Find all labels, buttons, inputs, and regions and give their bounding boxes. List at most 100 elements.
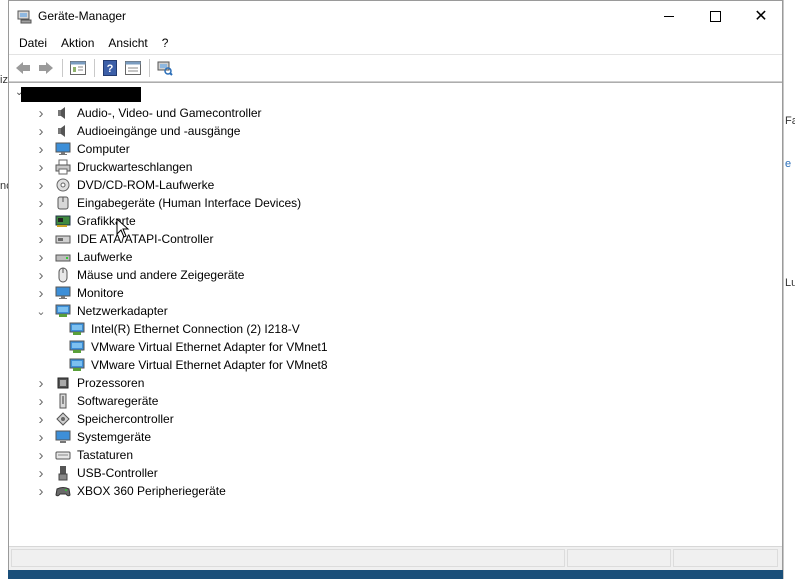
toolbar-separator bbox=[94, 59, 95, 77]
expand-chevron-icon[interactable]: › bbox=[33, 482, 49, 500]
network-adapter-icon bbox=[69, 340, 85, 353]
background-fragment: Lu bbox=[785, 277, 795, 289]
expand-chevron-icon[interactable]: › bbox=[33, 176, 49, 194]
tree-category-item[interactable]: › Prozessoren bbox=[33, 374, 145, 392]
tree-category-item[interactable]: › Mäuse und andere Zeigegeräte bbox=[33, 266, 245, 284]
speaker-icon bbox=[58, 107, 65, 119]
tree-category-item[interactable]: › Systemgeräte bbox=[33, 428, 152, 446]
forward-button[interactable] bbox=[35, 58, 57, 78]
tree-category-item[interactable]: › Audioeingänge und -ausgänge bbox=[33, 122, 241, 140]
disk-drive-icon bbox=[55, 254, 71, 262]
tree-device-item[interactable]: Intel(R) Ethernet Connection (2) I218-V bbox=[69, 320, 300, 338]
tree-category-item[interactable]: › Tastaturen bbox=[33, 446, 134, 464]
background-fragment: Fa bbox=[785, 115, 795, 127]
toolbar-separator bbox=[62, 59, 63, 77]
storage-controller-icon bbox=[56, 412, 70, 426]
properties-view-button[interactable] bbox=[67, 58, 89, 78]
close-icon: ✕ bbox=[754, 7, 768, 25]
tree-device-item[interactable]: VMware Virtual Ethernet Adapter for VMne… bbox=[69, 356, 328, 374]
tree-category-item[interactable]: › Druckwarteschlangen bbox=[33, 158, 193, 176]
tree-item-label: Druckwarteschlangen bbox=[77, 160, 193, 174]
forward-icon bbox=[39, 62, 53, 74]
status-segment bbox=[11, 549, 565, 567]
collapse-chevron-icon[interactable]: ⌄ bbox=[33, 302, 49, 320]
tree-category-item[interactable]: › Softwaregeräte bbox=[33, 392, 159, 410]
menu-datei[interactable]: Datei bbox=[12, 32, 54, 54]
redacted-computer-name bbox=[21, 87, 141, 102]
tree-item-label: Monitore bbox=[77, 286, 124, 300]
back-button[interactable] bbox=[12, 58, 34, 78]
tree-item-label: Prozessoren bbox=[77, 376, 145, 390]
tree-category-item[interactable]: › Audio-, Video- und Gamecontroller bbox=[33, 104, 262, 122]
tree-category-item[interactable]: › Monitore bbox=[33, 284, 124, 302]
tree-category-item[interactable]: › Laufwerke bbox=[33, 248, 133, 266]
expand-chevron-icon[interactable]: › bbox=[33, 230, 49, 248]
tree-category-item[interactable]: ⌄ Netzwerkadapter bbox=[33, 302, 168, 320]
graphics-card-icon bbox=[55, 215, 71, 227]
tree-item-label: USB-Controller bbox=[77, 466, 158, 480]
expand-chevron-icon[interactable]: › bbox=[33, 104, 49, 122]
software-device-icon bbox=[59, 393, 67, 409]
menu-bar: Datei Aktion Ansicht ? bbox=[9, 32, 782, 54]
show-hidden-button[interactable] bbox=[122, 58, 144, 78]
expand-chevron-icon[interactable]: › bbox=[33, 374, 49, 392]
tree-item-label: DVD/CD-ROM-Laufwerke bbox=[77, 178, 215, 192]
scan-hardware-button[interactable] bbox=[154, 58, 176, 78]
tree-device-item[interactable]: VMware Virtual Ethernet Adapter for VMne… bbox=[69, 338, 328, 356]
tree-item-label: Systemgeräte bbox=[77, 430, 152, 444]
device-manager-window: Geräte-Manager ✕ Datei Aktion Ansicht ? … bbox=[8, 0, 783, 570]
tree-item-label: Audioeingänge und -ausgänge bbox=[77, 124, 241, 138]
expand-chevron-icon[interactable]: › bbox=[33, 446, 49, 464]
ide-controller-icon bbox=[55, 235, 71, 244]
tree-category-item[interactable]: › Eingabegeräte (Human Interface Devices) bbox=[33, 194, 302, 212]
expand-chevron-icon[interactable]: › bbox=[33, 266, 49, 284]
monitor-icon bbox=[55, 142, 71, 155]
help-button[interactable]: ? bbox=[99, 58, 121, 78]
menu-ansicht[interactable]: Ansicht bbox=[101, 32, 154, 54]
gamepad-icon bbox=[55, 487, 71, 497]
tree-category-item[interactable]: › Computer bbox=[33, 140, 130, 158]
device-manager-icon bbox=[17, 10, 32, 24]
tree-category-item[interactable]: › USB-Controller bbox=[33, 464, 158, 482]
network-adapter-icon bbox=[55, 304, 71, 317]
expand-chevron-icon[interactable]: › bbox=[33, 410, 49, 428]
minimize-icon bbox=[664, 16, 674, 17]
expand-chevron-icon[interactable]: › bbox=[33, 392, 49, 410]
expand-chevron-icon[interactable]: › bbox=[33, 284, 49, 302]
close-button[interactable]: ✕ bbox=[738, 1, 784, 32]
minimize-button[interactable] bbox=[646, 1, 692, 32]
tree-category-item[interactable]: › XBOX 360 Peripheriegeräte bbox=[33, 482, 226, 500]
tree-item-label: XBOX 360 Peripheriegeräte bbox=[77, 484, 226, 498]
expand-chevron-icon[interactable]: › bbox=[33, 122, 49, 140]
menu-help[interactable]: ? bbox=[155, 32, 176, 54]
cpu-icon bbox=[57, 377, 69, 389]
window-title: Geräte-Manager bbox=[38, 9, 127, 23]
hid-icon bbox=[57, 196, 69, 210]
network-adapter-icon bbox=[69, 358, 85, 371]
tree-item-label: Intel(R) Ethernet Connection (2) I218-V bbox=[91, 322, 300, 336]
tree-item-label: Laufwerke bbox=[77, 250, 133, 264]
tree-root[interactable]: ⌄ bbox=[9, 85, 209, 103]
expand-chevron-icon[interactable]: › bbox=[33, 428, 49, 446]
speaker-icon bbox=[58, 125, 65, 137]
tree-category-item[interactable]: › Speichercontroller bbox=[33, 410, 174, 428]
back-icon bbox=[16, 62, 30, 74]
expand-chevron-icon[interactable]: › bbox=[33, 464, 49, 482]
tree-item-label: Netzwerkadapter bbox=[77, 304, 168, 318]
tree-category-item[interactable]: › DVD/CD-ROM-Laufwerke bbox=[33, 176, 215, 194]
maximize-button[interactable] bbox=[692, 1, 738, 32]
expand-chevron-icon[interactable]: › bbox=[33, 194, 49, 212]
mouse-icon bbox=[58, 267, 68, 283]
tree-item-label: Tastaturen bbox=[77, 448, 134, 462]
device-tree[interactable]: ⌄ › Audio-, Video- und Gamecontroller › Aud… bbox=[9, 82, 782, 547]
tree-item-label: Mäuse und andere Zeigegeräte bbox=[77, 268, 245, 282]
show-hidden-icon bbox=[125, 61, 141, 75]
menu-aktion[interactable]: Aktion bbox=[54, 32, 101, 54]
expand-chevron-icon[interactable]: › bbox=[33, 158, 49, 176]
expand-chevron-icon[interactable]: › bbox=[33, 248, 49, 266]
title-bar[interactable]: Geräte-Manager ✕ bbox=[9, 1, 782, 32]
expand-chevron-icon[interactable]: › bbox=[33, 140, 49, 158]
expand-chevron-icon[interactable]: › bbox=[33, 212, 49, 230]
maximize-icon bbox=[709, 11, 721, 22]
monitor-icon bbox=[55, 286, 71, 299]
